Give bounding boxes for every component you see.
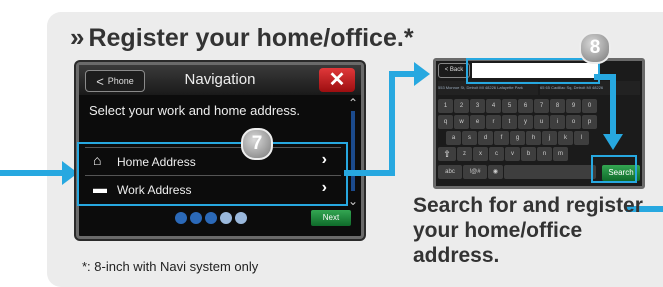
section-heading: » Register your home/office.* — [70, 22, 414, 53]
key[interactable]: 7 — [534, 99, 549, 113]
key[interactable]: n — [537, 147, 552, 161]
key[interactable]: h — [526, 131, 541, 145]
key[interactable]: l — [574, 131, 589, 145]
page-dot — [205, 212, 217, 224]
next-button[interactable]: Next — [311, 210, 351, 226]
keyboard-row-function: abc !@# ◉ — [438, 165, 597, 179]
keyboard-row-home: asdfghjkl — [446, 131, 590, 145]
key[interactable]: o — [566, 115, 581, 129]
key[interactable]: m — [553, 147, 568, 161]
page-dot — [220, 212, 232, 224]
connector-line — [389, 71, 417, 77]
key[interactable]: 9 — [566, 99, 581, 113]
chevron-double-right-icon: » — [70, 22, 85, 52]
page-dot — [190, 212, 202, 224]
key[interactable]: j — [542, 131, 557, 145]
key[interactable]: g — [510, 131, 525, 145]
key[interactable]: 0 — [582, 99, 597, 113]
symbols-key[interactable]: !@# — [463, 165, 487, 179]
connector-line — [389, 71, 395, 176]
key[interactable]: 3 — [470, 99, 485, 113]
key[interactable]: d — [478, 131, 493, 145]
footnote: *: 8-inch with Navi system only — [82, 259, 259, 274]
key[interactable]: t — [502, 115, 517, 129]
key[interactable]: 1 — [438, 99, 453, 113]
key[interactable]: 5 — [502, 99, 517, 113]
keyboard-row-qwerty: qwertyuiop — [438, 115, 598, 129]
step-8-badge: 8 — [579, 32, 611, 64]
key[interactable]: s — [462, 131, 477, 145]
key[interactable]: 4 — [486, 99, 501, 113]
keyboard-row-numbers: 1234567890 — [438, 99, 598, 113]
key[interactable]: p — [582, 115, 597, 129]
key[interactable]: r — [486, 115, 501, 129]
close-button[interactable]: ✕ — [319, 68, 355, 92]
key[interactable]: q — [438, 115, 453, 129]
address-rows-highlight — [77, 142, 348, 206]
step-8-arrow-line — [610, 74, 616, 136]
key[interactable]: 6 — [518, 99, 533, 113]
key[interactable]: e — [470, 115, 485, 129]
key[interactable]: 2 — [454, 99, 469, 113]
globe-icon[interactable]: ◉ — [488, 165, 503, 179]
abc-key[interactable]: abc — [438, 165, 462, 179]
scroll-down-icon[interactable]: ⌄ — [347, 195, 359, 207]
key[interactable]: w — [454, 115, 469, 129]
space-key[interactable] — [504, 165, 596, 179]
heading-text: Register your home/office.* — [88, 24, 414, 52]
scrollbar[interactable]: ⌃ ⌄ — [347, 97, 359, 207]
scroll-track[interactable] — [351, 111, 355, 191]
key[interactable]: x — [473, 147, 488, 161]
key[interactable]: c — [489, 147, 504, 161]
page-dot — [235, 212, 247, 224]
page-dot — [175, 212, 187, 224]
key[interactable]: i — [550, 115, 565, 129]
key[interactable]: b — [521, 147, 536, 161]
step-8-arrow-head — [603, 134, 623, 150]
key[interactable]: k — [558, 131, 573, 145]
key[interactable]: v — [505, 147, 520, 161]
key[interactable]: 8 — [550, 99, 565, 113]
keyboard-row-bottom: ⇧ z x c v b n m — [438, 147, 569, 161]
key[interactable]: z — [457, 147, 472, 161]
nav-prompt: Select your work and home address. — [89, 103, 300, 118]
nav-top-bar: < Phone Navigation ✕ — [79, 65, 361, 95]
connector-line — [344, 170, 394, 176]
search-description: Search for and register your home/office… — [413, 194, 643, 267]
key[interactable]: a — [446, 131, 461, 145]
key[interactable]: f — [494, 131, 509, 145]
key[interactable]: y — [518, 115, 533, 129]
search-button-highlight — [591, 155, 637, 183]
search-field-highlight — [466, 58, 600, 84]
page-indicator — [175, 211, 250, 229]
close-icon: ✕ — [328, 69, 346, 91]
scroll-up-icon[interactable]: ⌃ — [347, 97, 359, 109]
step-7-badge: 7 — [241, 128, 273, 160]
shift-key[interactable]: ⇧ — [438, 147, 456, 161]
key[interactable]: u — [534, 115, 549, 129]
connector-arrow-head — [414, 62, 430, 86]
